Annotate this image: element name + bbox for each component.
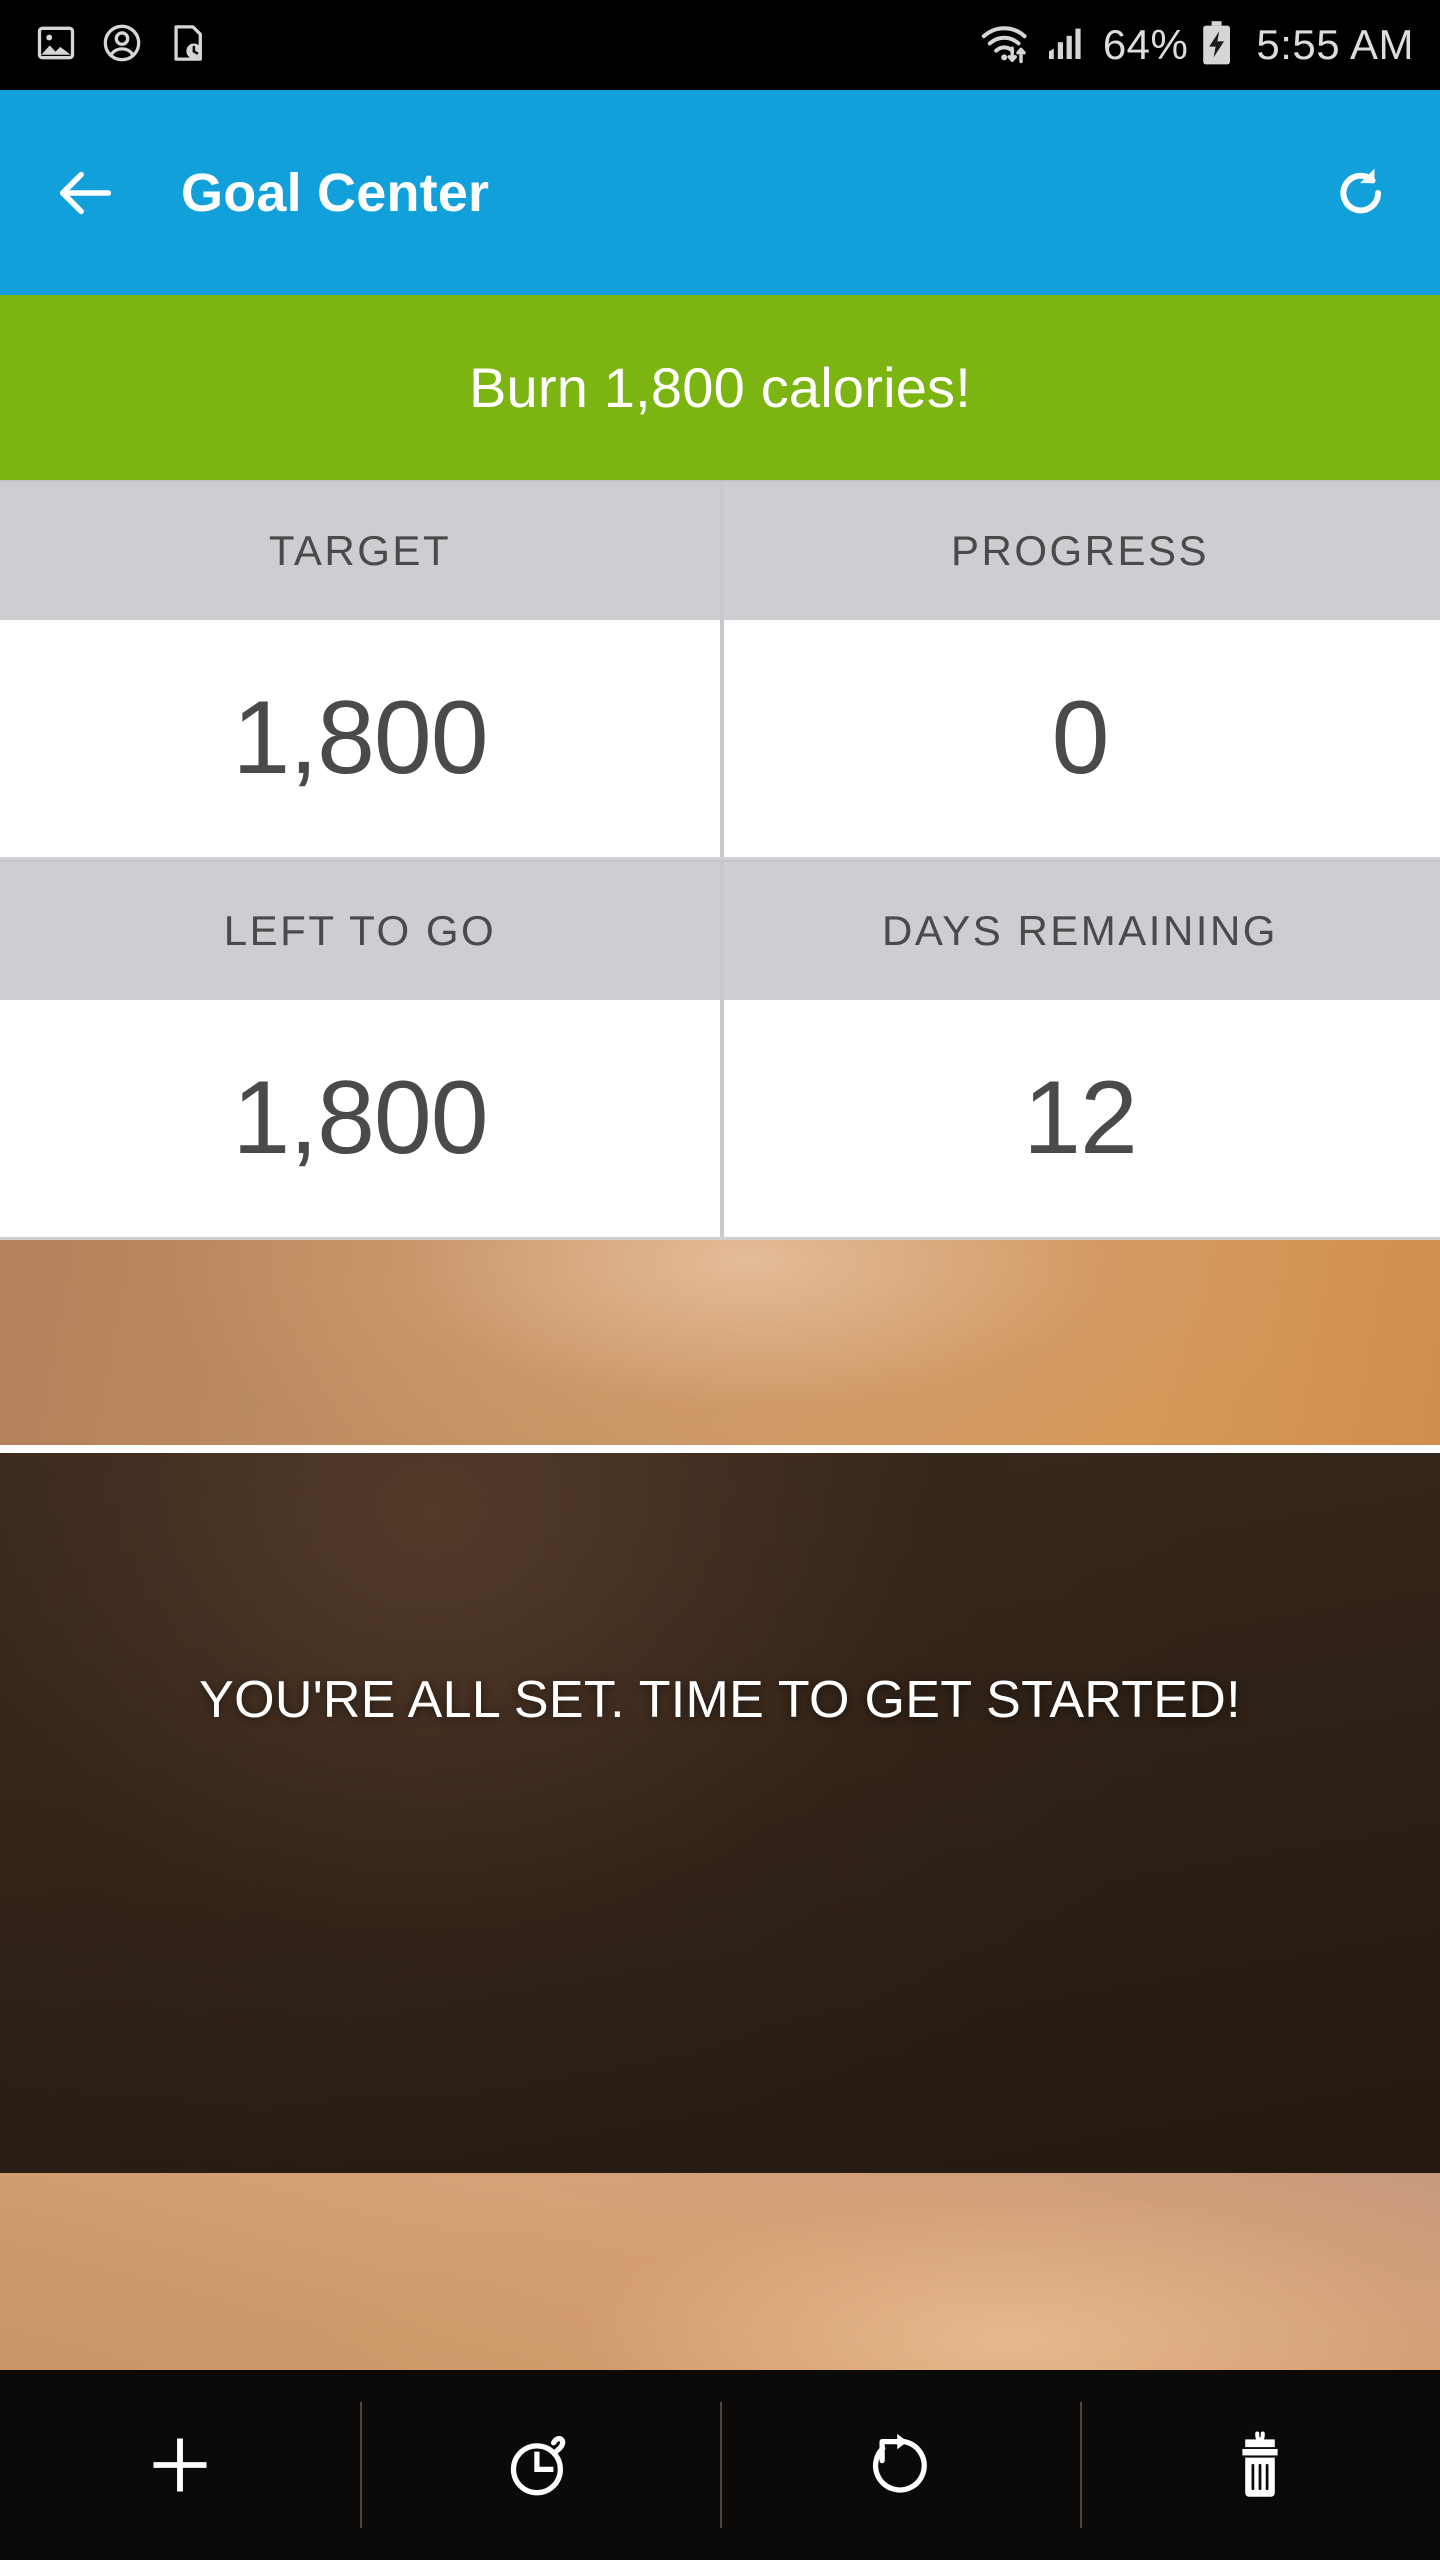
stat-label: PROGRESS [950,527,1210,574]
stat-header-left-to-go: LEFT TO GO [0,860,720,1000]
delete-button[interactable] [1080,2370,1440,2560]
stat-value: 0 [1051,680,1110,796]
stat-value: 12 [1023,1060,1138,1176]
stats-header-row-2: LEFT TO GO DAYS REMAINING [0,860,1440,1000]
stat-label: DAYS REMAINING [882,907,1278,954]
clock-label: 5:55 AM [1256,21,1414,68]
stat-label: LEFT TO GO [223,907,497,954]
stat-value: 1,800 [232,680,488,796]
stat-value-target: 1,800 [0,620,720,860]
account-circle-icon [100,21,144,70]
stat-label: TARGET [268,527,452,574]
stat-header-progress: PROGRESS [720,480,1440,620]
stats-value-row-2: 1,800 12 [0,1000,1440,1240]
refresh-button[interactable] [1330,162,1392,224]
status-message: YOU'RE ALL SET. TIME TO GET STARTED! [199,1671,1241,1729]
page-title: Goal Center [181,162,490,223]
goal-banner: Burn 1,800 calories! [0,295,1440,480]
app-bar: Goal Center [0,90,1440,295]
stats-header-row-1: TARGET PROGRESS [0,480,1440,620]
back-arrow-icon [59,171,112,214]
stats-value-row-1: 1,800 0 [0,620,1440,860]
photo-bottom-band [0,2173,1440,2370]
wifi-data-transfer-icon [979,21,1031,70]
stat-value-days-remaining: 12 [720,1000,1440,1240]
app-screen: 64% 5:55 AM Goal Center Burn 1,800 calor… [0,0,1440,2560]
stopwatch-icon [510,2436,566,2496]
trash-icon [1242,2431,1278,2497]
stat-value-progress: 0 [720,620,1440,860]
refresh-icon [1340,168,1382,213]
photo-dark-band [0,1453,1440,2173]
timer-button[interactable] [360,2370,720,2560]
stat-header-target: TARGET [0,480,720,620]
stats-grid: TARGET PROGRESS 1,800 0 LEFT TO GO DAYS … [0,480,1440,1240]
bottom-toolbar [0,2370,1440,2560]
back-button[interactable] [52,160,118,226]
cellular-signal-icon [1043,21,1087,70]
battery-percent-label: 64% [1102,21,1189,68]
plus-icon [153,2438,207,2492]
status-bar-notifications [34,21,210,70]
rotate-restart-icon [872,2433,927,2493]
add-button[interactable] [0,2370,360,2560]
battery-charging-icon [1200,20,1234,71]
stat-header-days-remaining: DAYS REMAINING [720,860,1440,1000]
document-clock-icon [166,21,210,70]
stat-value: 1,800 [232,1060,488,1176]
photo-background: YOU'RE ALL SET. TIME TO GET STARTED! [0,1240,1440,2370]
image-icon [34,21,78,70]
reset-button[interactable] [720,2370,1080,2560]
status-bar-indicators: 64% 5:55 AM [979,20,1414,71]
stat-value-left-to-go: 1,800 [0,1000,720,1240]
photo-seam [0,1445,1440,1453]
photo-top-band [0,1240,1440,1445]
status-bar: 64% 5:55 AM [0,0,1440,90]
goal-banner-text: Burn 1,800 calories! [468,356,972,419]
